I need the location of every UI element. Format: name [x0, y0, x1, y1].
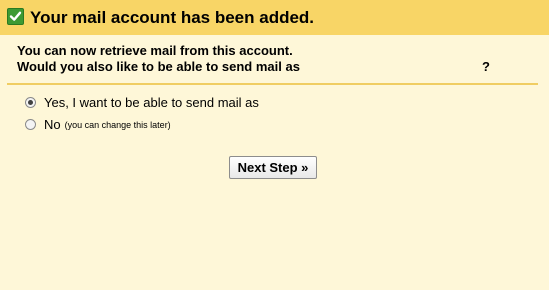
radio-no[interactable]	[25, 119, 36, 130]
next-step-button[interactable]: Next Step »	[229, 156, 317, 179]
radio-yes[interactable]	[25, 97, 36, 108]
checkmark-icon	[7, 8, 24, 25]
header-title: Your mail account has been added.	[30, 8, 315, 27]
option-no[interactable]: No (you can change this later)	[25, 117, 171, 132]
option-yes[interactable]: Yes, I want to be able to send mail as	[25, 95, 259, 110]
radio-selected-dot	[28, 100, 33, 105]
divider	[7, 83, 538, 85]
header-bar: Your mail account has been added.	[0, 0, 549, 35]
intro-text: You can now retrieve mail from this acco…	[17, 43, 300, 75]
intro-line-1: You can now retrieve mail from this acco…	[17, 43, 293, 58]
intro-line-2: Would you also like to be able to send m…	[17, 59, 300, 74]
option-no-label: No	[44, 117, 61, 132]
option-no-hint: (you can change this later)	[64, 119, 171, 130]
option-yes-label: Yes, I want to be able to send mail as	[44, 95, 259, 110]
intro-question-mark: ?	[482, 59, 490, 74]
